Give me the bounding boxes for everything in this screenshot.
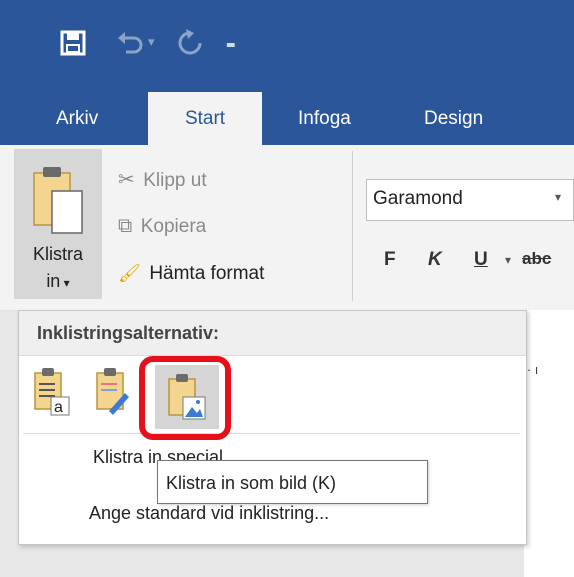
paste-icon xyxy=(33,167,83,234)
chevron-down-icon: ▾ xyxy=(60,276,70,290)
paste-label-line2: in ▾ xyxy=(14,271,102,292)
strikethrough-button[interactable]: abc xyxy=(522,249,551,269)
paste-options-header: Inklistringsalternativ: xyxy=(19,311,526,356)
keep-text-only-icon: a xyxy=(34,368,70,416)
paste-option-merge-formatting[interactable] xyxy=(95,367,135,417)
bold-button[interactable]: F xyxy=(384,249,396,271)
copy-icon: ⧉ xyxy=(118,215,133,237)
tab-design[interactable]: Design xyxy=(424,92,483,145)
merge-formatting-icon xyxy=(96,368,129,415)
title-bar: ▾ ₌ xyxy=(0,0,574,92)
tab-start[interactable]: Start xyxy=(148,92,262,145)
paste-option-keep-text-only[interactable]: a xyxy=(33,367,73,417)
underline-button[interactable]: U xyxy=(474,249,488,271)
paste-button[interactable]: Klistra in ▾ xyxy=(14,149,102,299)
highlight-annotation xyxy=(139,356,231,440)
redo-icon[interactable] xyxy=(176,28,204,56)
ribbon: Klistra in ▾ ✂ Klipp ut ⧉ Kopiera 🖌 Hämt… xyxy=(0,145,574,311)
save-icon[interactable] xyxy=(60,30,86,56)
document-page[interactable] xyxy=(524,310,574,577)
copy-button[interactable]: ⧉ Kopiera xyxy=(118,215,206,245)
italic-button[interactable]: K xyxy=(428,249,442,271)
cut-button[interactable]: ✂ Klipp ut xyxy=(118,167,207,197)
group-divider xyxy=(352,151,353,301)
paste-label-line1: Klistra xyxy=(32,244,83,264)
set-default-paste-item[interactable]: Ange standard vid inklistring... xyxy=(89,503,329,524)
format-painter-button[interactable]: 🖌 Hämta format xyxy=(118,263,264,293)
tab-arkiv[interactable]: Arkiv xyxy=(56,92,98,145)
menu-divider xyxy=(23,433,520,434)
undo-dropdown-icon[interactable]: ▾ xyxy=(148,34,155,50)
customize-icon[interactable]: ₌ xyxy=(226,32,236,53)
format-painter-label: Hämta format xyxy=(149,263,265,284)
font-name-select[interactable]: Garamond ▾ xyxy=(366,179,574,221)
undo-icon[interactable] xyxy=(116,30,144,54)
cut-label: Klipp ut xyxy=(143,170,207,191)
scissors-icon: ✂ xyxy=(118,169,135,191)
chevron-down-icon[interactable]: ▾ xyxy=(555,190,561,204)
copy-label: Kopiera xyxy=(140,216,207,237)
paste-options-menu: Inklistringsalternativ: a Klistra in spe… xyxy=(18,310,527,545)
underline-dropdown-icon[interactable]: ▾ xyxy=(505,253,511,267)
tab-infoga[interactable]: Infoga xyxy=(298,92,351,145)
svg-text:a: a xyxy=(54,399,63,416)
font-name-value: Garamond xyxy=(373,188,463,209)
paste-as-picture-tooltip: Klistra in som bild (K) xyxy=(157,460,428,504)
ribbon-tabs: Arkiv Start Infoga Design xyxy=(0,92,574,145)
brush-icon: 🖌 xyxy=(118,263,141,283)
paste-label-in: in xyxy=(46,271,61,291)
